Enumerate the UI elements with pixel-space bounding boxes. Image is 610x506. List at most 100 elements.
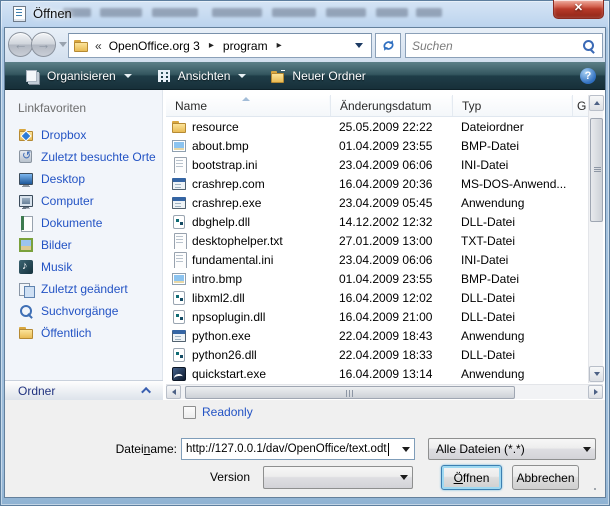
- table-row[interactable]: intro.bmp 01.04.2009 23:55 BMP-Datei: [166, 269, 588, 288]
- dialog-content: ← → « OpenOffice.org 3 ▸ program ▸: [5, 28, 605, 497]
- file-name: quickstart.exe: [192, 367, 266, 381]
- sidebar-item-pictures[interactable]: Bilder: [5, 234, 162, 256]
- file-name: crashrep.com: [192, 177, 265, 191]
- open-button[interactable]: Öffnen: [441, 465, 502, 490]
- sidebar-item-public[interactable]: Öffentlich: [5, 322, 162, 344]
- file-icon: [171, 366, 187, 382]
- vertical-scrollbar[interactable]: [588, 95, 603, 383]
- sidebar-item-desktop[interactable]: Desktop: [5, 168, 162, 190]
- table-row[interactable]: npsoplugin.dll 16.04.2009 21:00 DLL-Date…: [166, 307, 588, 326]
- filename-input[interactable]: http://127.0.0.1/dav/OpenOffice/text.odt: [181, 438, 415, 460]
- file-date: 23.04.2009 06:06: [330, 253, 452, 267]
- breadcrumb-separator-icon[interactable]: ▸: [203, 40, 220, 51]
- sidebar-item-recent-places[interactable]: Zuletzt besuchte Orte: [5, 146, 162, 168]
- forward-button[interactable]: →: [31, 32, 56, 57]
- resize-grip[interactable]: [590, 484, 598, 492]
- table-row[interactable]: about.bmp 01.04.2009 23:55 BMP-Datei: [166, 136, 588, 155]
- file-type: DLL-Datei: [452, 291, 572, 305]
- file-name: npsoplugin.dll: [192, 310, 265, 324]
- refresh-button[interactable]: [375, 33, 401, 58]
- readonly-label[interactable]: Readonly: [202, 405, 253, 419]
- file-type: DLL-Datei: [452, 215, 572, 229]
- scroll-right-button[interactable]: [588, 385, 603, 399]
- table-row[interactable]: fundamental.ini 23.04.2009 06:06 INI-Dat…: [166, 250, 588, 269]
- breadcrumb-item[interactable]: program: [220, 39, 271, 53]
- filename-dropdown-button[interactable]: [398, 447, 414, 452]
- filetype-select[interactable]: Alle Dateien (*.*): [428, 438, 596, 460]
- sidebar-item-music[interactable]: Musik: [5, 256, 162, 278]
- table-row[interactable]: dbghelp.dll 14.12.2002 12:32 DLL-Datei: [166, 212, 588, 231]
- new-folder-button[interactable]: Neuer Ordner: [262, 65, 373, 87]
- file-name: dbghelp.dll: [192, 215, 250, 229]
- recent-places-icon: [18, 149, 34, 165]
- table-row[interactable]: python26.dll 22.04.2009 18:33 DLL-Datei: [166, 345, 588, 364]
- file-type: INI-Datei: [452, 158, 572, 172]
- folders-label: Ordner: [5, 384, 55, 398]
- file-date: 14.12.2002 12:32: [330, 215, 452, 229]
- breadcrumb[interactable]: « OpenOffice.org 3 ▸ program ▸: [68, 33, 372, 58]
- scroll-down-button[interactable]: [589, 366, 604, 382]
- file-date: 22.04.2009 18:43: [330, 329, 452, 343]
- table-row[interactable]: bootstrap.ini 23.04.2009 06:06 INI-Datei: [166, 155, 588, 174]
- version-dropdown-button[interactable]: [396, 475, 412, 480]
- scroll-left-button[interactable]: [166, 385, 181, 399]
- dialog-body: Linkfavoriten Dropbox Zuletzt besuchte O…: [5, 90, 605, 400]
- table-row[interactable]: crashrep.com 16.04.2009 20:36 MS-DOS-Anw…: [166, 174, 588, 193]
- file-icon: [171, 176, 187, 192]
- views-icon: [156, 68, 172, 84]
- column-header-date[interactable]: Änderungsdatum: [330, 95, 452, 116]
- file-type: Dateiordner: [452, 120, 572, 134]
- file-date: 27.01.2009 13:00: [330, 234, 452, 248]
- column-header-name[interactable]: Name: [166, 95, 330, 116]
- documents-icon: [18, 215, 34, 231]
- sidebar-item-label: Musik: [41, 260, 72, 274]
- organize-button[interactable]: Organisieren: [17, 65, 140, 87]
- search-input[interactable]: [406, 39, 582, 53]
- file-name: fundamental.ini: [192, 253, 273, 267]
- table-row[interactable]: libxml2.dll 16.04.2009 12:02 DLL-Datei: [166, 288, 588, 307]
- filetype-dropdown-button[interactable]: [579, 447, 595, 452]
- views-button[interactable]: Ansichten: [148, 65, 255, 87]
- back-button[interactable]: ←: [8, 32, 33, 57]
- help-button[interactable]: ?: [580, 68, 596, 84]
- folders-expander[interactable]: Ordner: [5, 380, 163, 400]
- version-select[interactable]: [263, 466, 413, 489]
- table-row[interactable]: python.exe 22.04.2009 18:43 Anwendung: [166, 326, 588, 345]
- background-menu-blur: [376, 8, 408, 17]
- table-row[interactable]: resource 25.05.2009 22:22 Dateiordner: [166, 117, 588, 136]
- address-dropdown-icon[interactable]: [355, 43, 363, 48]
- readonly-checkbox[interactable]: [183, 406, 196, 419]
- chevron-up-icon: [141, 387, 151, 397]
- history-dropdown-icon[interactable]: [59, 42, 67, 47]
- sidebar-item-label: Dokumente: [41, 216, 102, 230]
- table-row[interactable]: quickstart.exe 16.04.2009 13:14 Anwendun…: [166, 364, 588, 383]
- sidebar-item-label: Zuletzt besuchte Orte: [41, 150, 156, 164]
- sidebar-item-recently-changed[interactable]: Zuletzt geändert: [5, 278, 162, 300]
- background-menu-blur: [100, 8, 142, 17]
- file-icon: [171, 157, 187, 173]
- close-button[interactable]: ✕: [553, 0, 604, 19]
- table-row[interactable]: desktophelper.txt 27.01.2009 13:00 TXT-D…: [166, 231, 588, 250]
- sidebar-item-label: Bilder: [41, 238, 72, 252]
- vertical-scroll-thumb[interactable]: [590, 118, 603, 222]
- organize-icon: [25, 68, 41, 84]
- sidebar-item-computer[interactable]: Computer: [5, 190, 162, 212]
- scroll-up-button[interactable]: [589, 95, 604, 111]
- dialog-footer: Readonly Dateiname: http://127.0.0.1/dav…: [5, 400, 605, 497]
- breadcrumb-overflow-icon[interactable]: «: [95, 39, 102, 53]
- column-header-type[interactable]: Typ: [452, 95, 572, 116]
- search-icon[interactable]: [582, 39, 596, 53]
- background-menu-blur: [152, 8, 198, 17]
- chevron-down-icon: [402, 447, 410, 452]
- horizontal-scrollbar[interactable]: [166, 384, 603, 399]
- sidebar-item-documents[interactable]: Dokumente: [5, 212, 162, 234]
- breadcrumb-separator-icon[interactable]: ▸: [271, 40, 288, 51]
- sidebar-item-searches[interactable]: Suchvorgänge: [5, 300, 162, 322]
- column-header-size[interactable]: G: [572, 95, 588, 116]
- arrow-left-icon: [172, 389, 176, 395]
- cancel-button[interactable]: Abbrechen: [512, 465, 579, 490]
- breadcrumb-item[interactable]: OpenOffice.org 3: [106, 39, 203, 53]
- horizontal-scroll-thumb[interactable]: [185, 386, 515, 399]
- table-row[interactable]: crashrep.exe 23.04.2009 05:45 Anwendung: [166, 193, 588, 212]
- sidebar-item-dropbox[interactable]: Dropbox: [5, 124, 162, 146]
